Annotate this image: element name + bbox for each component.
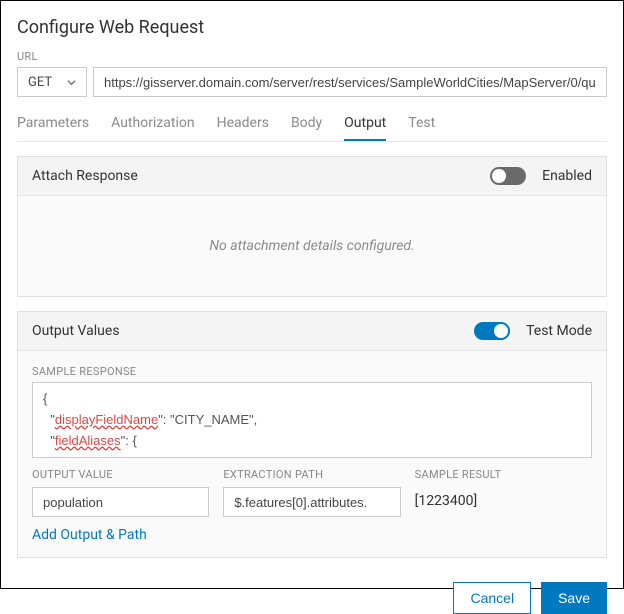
extraction-path-input[interactable] [223,487,400,517]
chevron-down-icon [67,78,76,87]
url-input[interactable] [93,67,607,97]
http-method-select[interactable]: GET [17,67,87,97]
extraction-path-col: EXTRACTION PATH [223,468,400,517]
sample-response-label: SAMPLE RESPONSE [32,365,592,378]
tab-headers[interactable]: Headers [217,115,269,141]
dialog-footer: Cancel Save [17,572,607,614]
sample-result-col: SAMPLE RESULT [1223400] [415,468,592,517]
output-values-title: Output Values [32,323,120,339]
cancel-button[interactable]: Cancel [453,582,531,614]
attach-response-panel: Attach Response Enabled No attachment de… [17,156,607,297]
output-value-label: OUTPUT VALUE [32,468,209,481]
tab-output[interactable]: Output [344,115,386,141]
extraction-path-label: EXTRACTION PATH [223,468,400,481]
add-output-path-link[interactable]: Add Output & Path [32,527,592,543]
output-value-col: OUTPUT VALUE [32,468,209,517]
attach-response-toggle[interactable] [490,167,526,185]
test-mode-label: Test Mode [526,323,592,339]
tab-authorization[interactable]: Authorization [111,115,194,141]
configure-web-request-dialog: Configure Web Request URL GET Parameters… [0,0,624,589]
tabs: Parameters Authorization Headers Body Ou… [17,115,607,142]
output-values-panel: Output Values Test Mode SAMPLE RESPONSE … [17,311,607,558]
output-values-header: Output Values Test Mode [18,312,606,351]
sample-result-label: SAMPLE RESULT [415,468,592,481]
sample-result-value: [1223400] [415,487,592,509]
url-field-label: URL [17,50,607,63]
tab-body[interactable]: Body [291,115,322,141]
tab-test[interactable]: Test [408,115,435,141]
output-values-body: SAMPLE RESPONSE { "displayFieldName": "C… [18,351,606,557]
tab-parameters[interactable]: Parameters [17,115,89,141]
output-value-input[interactable] [32,487,209,517]
attach-response-toggle-label: Enabled [542,168,592,184]
output-columns: OUTPUT VALUE EXTRACTION PATH SAMPLE RESU… [32,468,592,517]
http-method-value: GET [28,75,52,90]
attach-response-title: Attach Response [32,168,138,184]
test-mode-toggle[interactable] [474,322,510,340]
attach-response-body: No attachment details configured. [18,196,606,296]
sample-response-textarea[interactable]: { "displayFieldName": "CITY_NAME", "fiel… [32,382,592,458]
save-button[interactable]: Save [541,582,607,614]
attach-response-header: Attach Response Enabled [18,157,606,196]
dialog-title: Configure Web Request [17,17,607,38]
url-row: GET [17,67,607,97]
attach-response-placeholder: No attachment details configured. [32,210,592,282]
